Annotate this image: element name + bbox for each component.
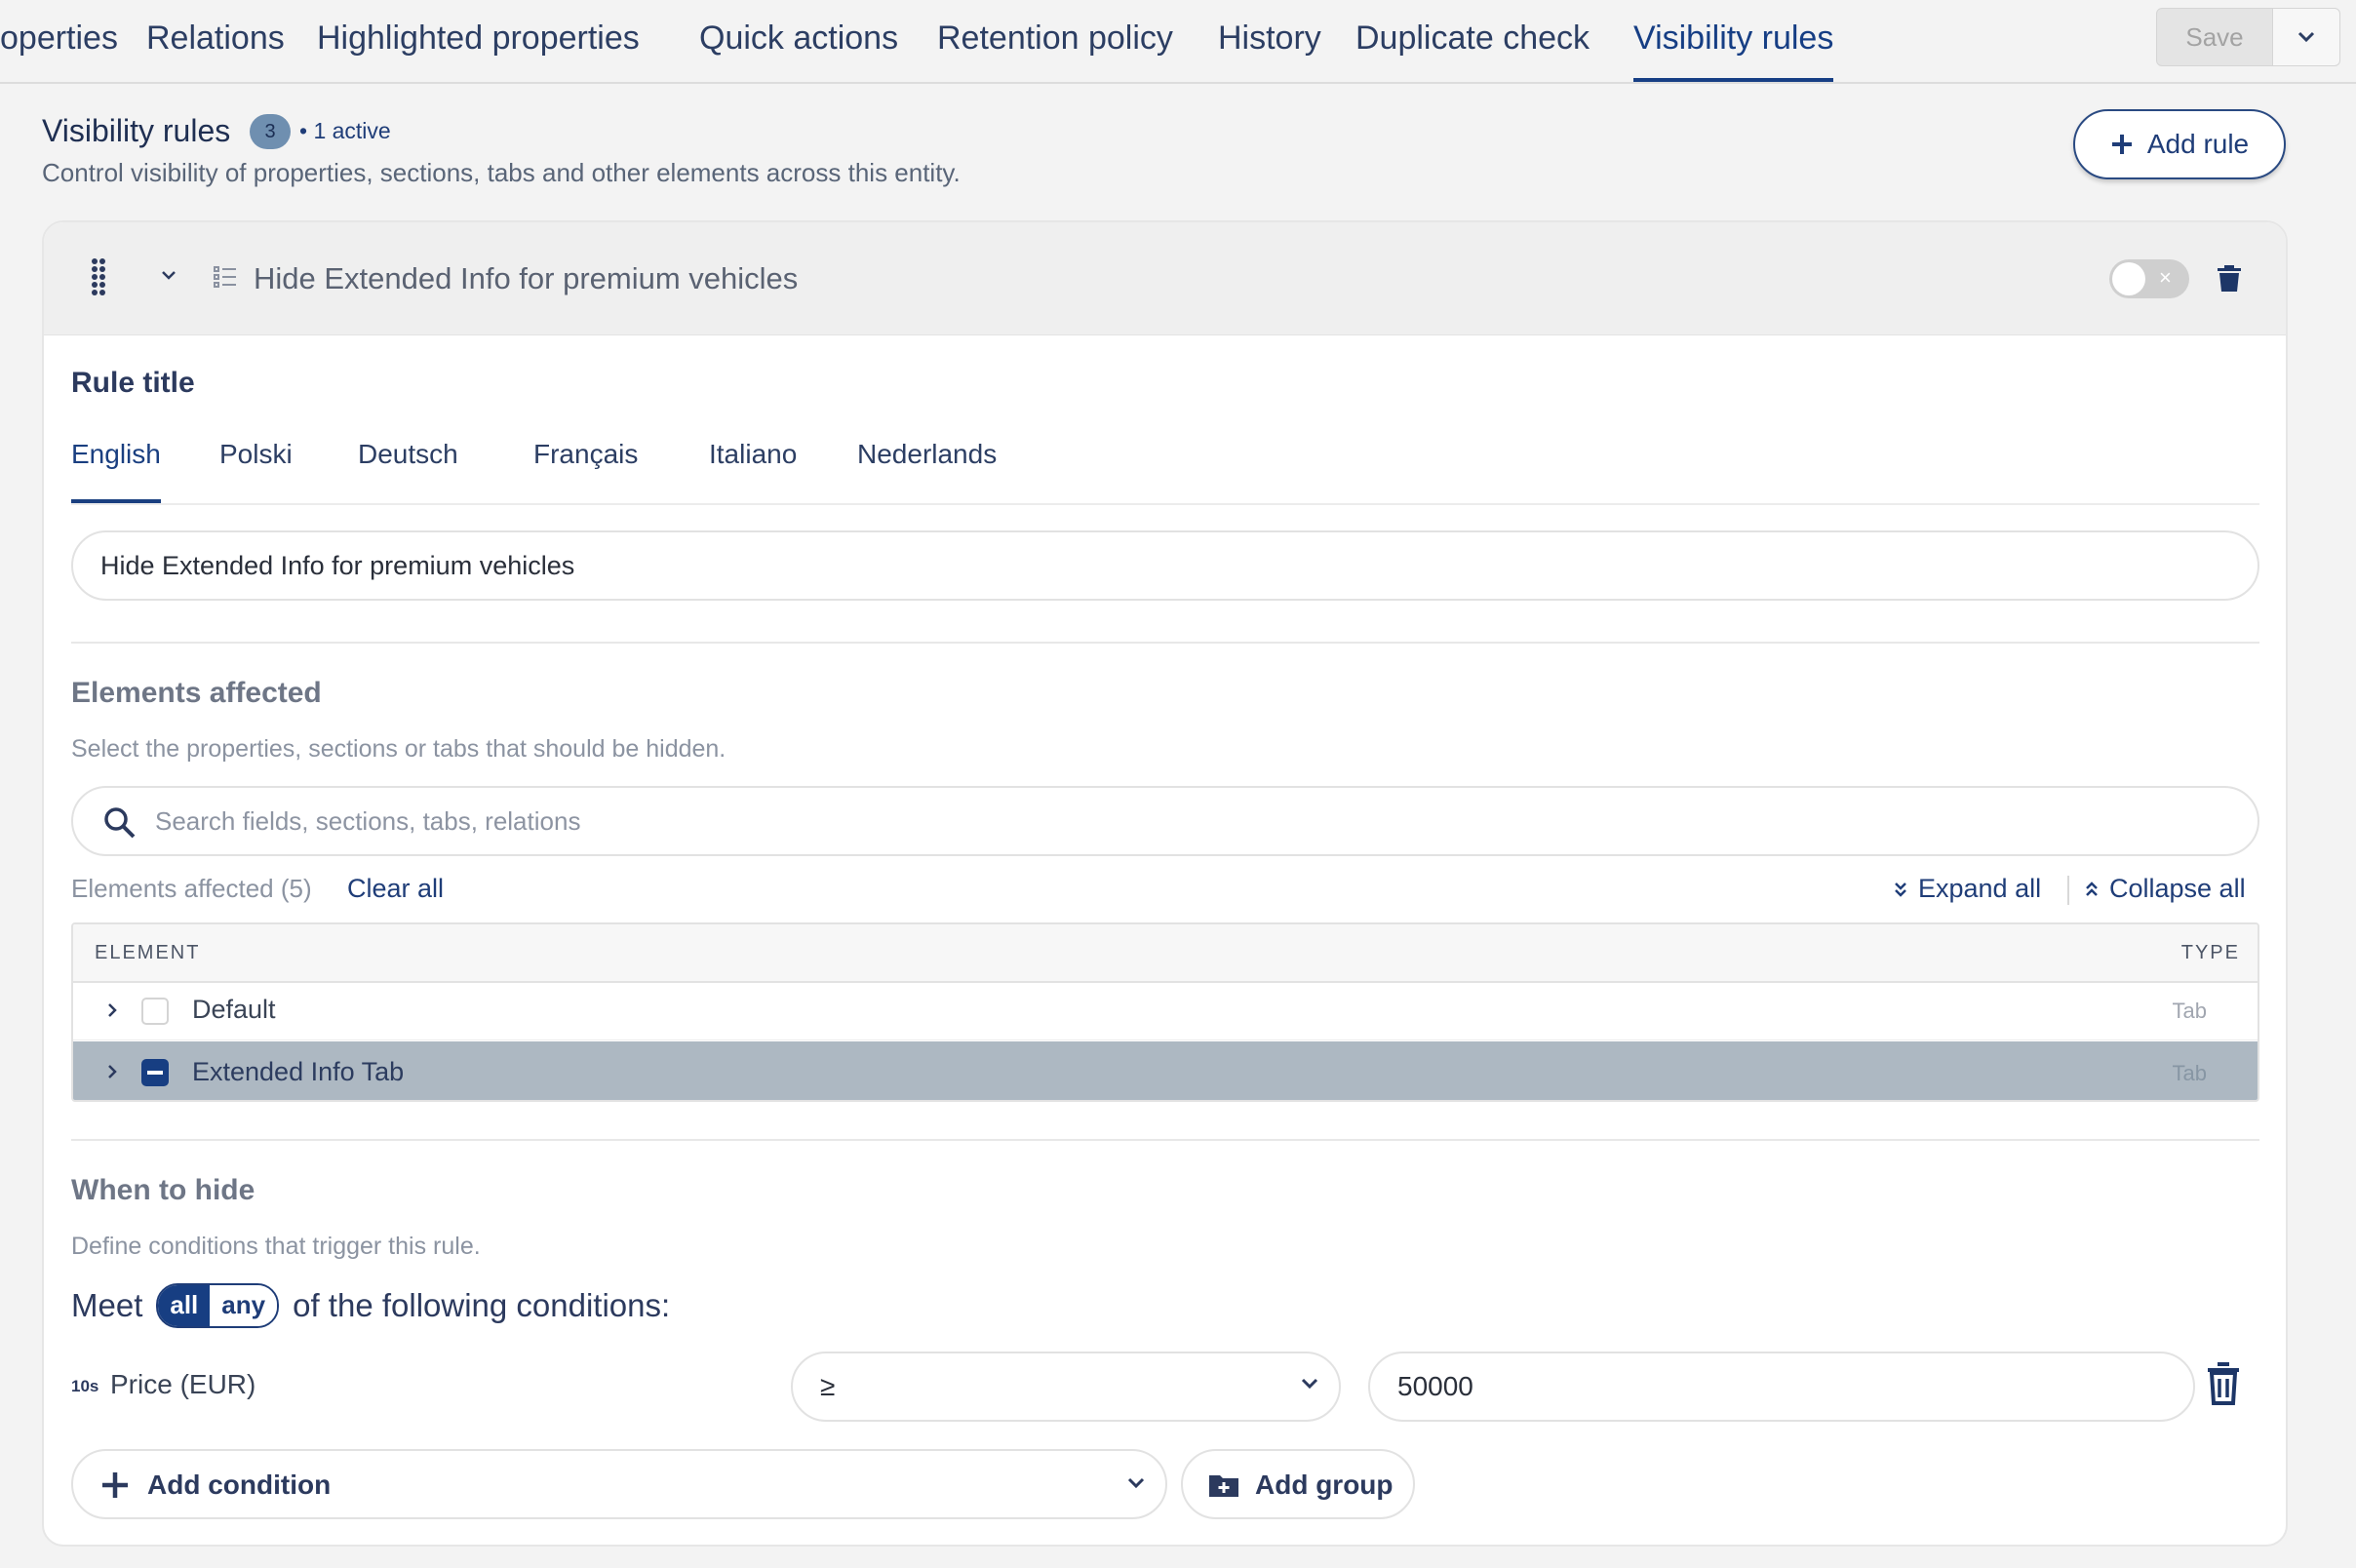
condition-operator-select[interactable]: ≥ <box>791 1352 1341 1422</box>
toggle-off-icon: × <box>2159 265 2172 290</box>
elements-affected-heading: Elements affected <box>71 677 322 709</box>
chevron-down-icon <box>1127 1477 1145 1489</box>
add-rule-button[interactable]: Add rule <box>2073 109 2286 179</box>
lang-tab-francais[interactable]: Français <box>533 439 638 499</box>
when-to-hide-help: Define conditions that trigger this rule… <box>71 1233 481 1260</box>
meet-suffix: of the following conditions: <box>293 1287 671 1323</box>
divider <box>71 642 2259 644</box>
rule-card-header[interactable]: Hide Extended Info for premium vehicles … <box>44 222 2286 335</box>
chevron-down-icon <box>2297 31 2315 43</box>
tree-row[interactable]: Default Tab <box>73 983 2258 1040</box>
tree-row[interactable]: Extended Info Tab Tab <box>73 1041 2258 1100</box>
rules-count-badge: 3 <box>250 114 291 149</box>
clear-all-link[interactable]: Clear all <box>347 874 444 904</box>
tree-header: ELEMENT TYPE <box>73 924 2258 983</box>
plus-icon <box>102 1472 128 1498</box>
expand-all-label: Expand all <box>1918 874 2042 903</box>
list-icon <box>214 266 236 288</box>
folder-plus-icon <box>1209 1475 1238 1497</box>
tab-visibility-rules[interactable]: Visibility rules <box>1633 0 1834 82</box>
lang-tab-deutsch[interactable]: Deutsch <box>358 439 458 499</box>
row-element-type: Tab <box>2172 999 2207 1023</box>
search-icon <box>104 807 136 839</box>
field-type-icon: 10s <box>71 1377 99 1395</box>
row-checkbox[interactable] <box>141 998 169 1025</box>
collapse-all-label: Collapse all <box>2109 874 2246 903</box>
entity-tabs-bar: operties Relations Highlighted propertie… <box>0 0 2356 84</box>
visibility-rules-page: operties Relations Highlighted propertie… <box>0 0 2356 1568</box>
lang-tab-italiano[interactable]: Italiano <box>709 439 797 499</box>
match-mode-toggle: all any <box>156 1283 280 1328</box>
row-element-type: Tab <box>2172 1061 2207 1085</box>
tab-properties[interactable]: operties <box>0 0 118 82</box>
language-tabs: English Polski Deutsch Français Italiano… <box>71 439 2259 505</box>
chevron-down-icon <box>1301 1378 1318 1390</box>
save-button[interactable]: Save <box>2156 8 2273 66</box>
active-count-text: • 1 active <box>299 118 391 143</box>
save-button-group: Save <box>2156 8 2340 66</box>
add-condition-label: Add condition <box>147 1470 332 1500</box>
tab-retention-policy[interactable]: Retention policy <box>937 0 1173 82</box>
when-to-hide-heading: When to hide <box>71 1174 255 1206</box>
condition-operator-value: ≥ <box>820 1371 836 1401</box>
rule-title-heading: Rule title <box>71 367 195 399</box>
add-rule-label: Add rule <box>2146 129 2250 159</box>
column-header-type: TYPE <box>2180 942 2240 963</box>
rule-title-input[interactable]: Hide Extended Info for premium vehicles <box>71 530 2259 601</box>
tab-duplicate-check[interactable]: Duplicate check <box>1355 0 1590 82</box>
lang-tab-english[interactable]: English <box>71 439 161 503</box>
tab-history[interactable]: History <box>1218 0 1321 82</box>
double-chevron-up-icon <box>2086 881 2098 896</box>
save-options-button[interactable] <box>2273 8 2340 66</box>
column-header-element: ELEMENT <box>95 942 201 963</box>
tab-highlighted-properties[interactable]: Highlighted properties <box>317 0 640 82</box>
lang-tab-nederlands[interactable]: Nederlands <box>857 439 997 499</box>
lang-tab-polski[interactable]: Polski <box>219 439 293 499</box>
tab-relations[interactable]: Relations <box>146 0 285 82</box>
add-group-button[interactable]: Add group <box>1181 1449 1415 1519</box>
search-placeholder: Search fields, sections, tabs, relations <box>155 806 581 836</box>
match-mode-any-button[interactable]: any <box>210 1285 278 1326</box>
condition-value-input[interactable]: 50000 <box>1368 1352 2195 1422</box>
tab-quick-actions[interactable]: Quick actions <box>699 0 898 82</box>
rule-card: Hide Extended Info for premium vehicles … <box>42 220 2288 1547</box>
trash-icon[interactable] <box>2217 263 2242 293</box>
double-chevron-down-icon <box>1895 882 1906 897</box>
elements-search-input[interactable]: Search fields, sections, tabs, relations <box>71 786 2259 856</box>
chevron-right-icon[interactable] <box>106 1002 118 1018</box>
section-description: Control visibility of properties, sectio… <box>42 158 961 187</box>
collapse-all-button[interactable]: Collapse all <box>2084 874 2246 904</box>
match-mode-row: Meet all any of the following conditions… <box>71 1283 670 1328</box>
elements-tree-table: ELEMENT TYPE Default Tab Extended Info T… <box>71 922 2259 1102</box>
add-group-label: Add group <box>1255 1470 1394 1500</box>
chevron-right-icon[interactable] <box>106 1064 118 1079</box>
row-element-name: Extended Info Tab <box>192 1057 405 1086</box>
section-title: Visibility rules <box>42 113 231 148</box>
toggle-knob <box>2112 262 2145 295</box>
trash-icon[interactable] <box>2205 1361 2242 1406</box>
add-condition-button[interactable]: Add condition <box>71 1449 1167 1519</box>
elements-affected-help: Select the properties, sections or tabs … <box>71 735 726 763</box>
match-mode-all-button[interactable]: all <box>158 1285 211 1326</box>
chevron-down-icon[interactable] <box>161 269 177 281</box>
divider <box>71 1139 2259 1141</box>
row-element-name: Default <box>192 995 276 1024</box>
condition-field-name: Price (EUR) <box>110 1369 256 1399</box>
elements-affected-count: Elements affected (5) <box>71 874 312 903</box>
meet-prefix: Meet <box>71 1287 143 1323</box>
rule-header-title: Hide Extended Info for premium vehicles <box>254 261 799 295</box>
plus-icon <box>2111 135 2132 154</box>
row-checkbox-indeterminate[interactable] <box>141 1059 169 1086</box>
rule-enabled-toggle[interactable]: × <box>2109 259 2189 298</box>
expand-all-button[interactable]: Expand all <box>1893 874 2041 904</box>
drag-handle-icon[interactable] <box>91 257 106 298</box>
divider <box>2067 876 2069 905</box>
